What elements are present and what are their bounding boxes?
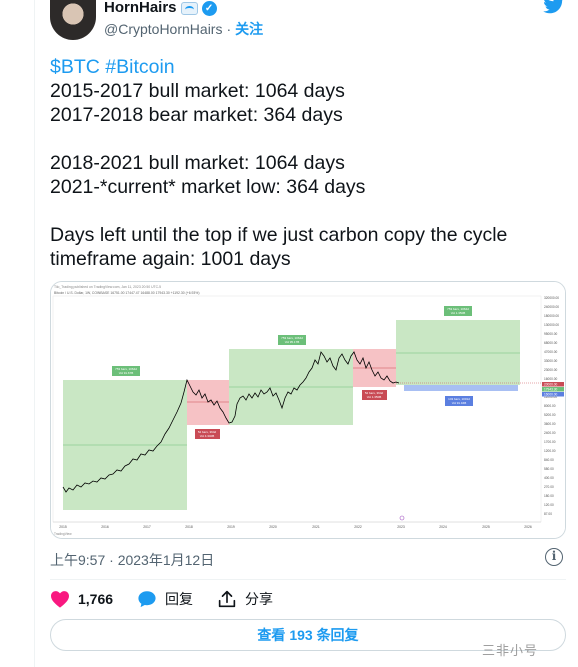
- x-tick: 2017: [143, 525, 151, 529]
- x-tick: 2020: [269, 525, 277, 529]
- tweet-line: 2017-2018 bear market: 364 days: [50, 104, 343, 126]
- y-tick: 8000.00: [544, 404, 556, 408]
- price-badge: 17943.30: [544, 388, 558, 392]
- tweet-line: 2015-2017 bull market: 1064 days: [50, 80, 345, 102]
- x-tick: 2023: [397, 525, 405, 529]
- box-label: 52 bars, 364d Vol 4.340B: [195, 429, 220, 439]
- y-tick: 1200.00: [544, 449, 556, 453]
- svg-text:Vol 1.350B: Vol 1.350B: [451, 311, 466, 315]
- y-tick: 320000.00: [544, 296, 559, 300]
- y-tick: 1700.00: [544, 440, 556, 444]
- y-tick: 840.00: [544, 458, 554, 462]
- price-badges: 20000.00 17943.30 16000.00: [542, 382, 564, 397]
- tweet-hashtags[interactable]: $BTC #Bitcoin: [50, 55, 560, 79]
- y-tick: 68000.00: [544, 341, 558, 345]
- y-tick: 87.00: [544, 512, 552, 516]
- x-tick: 2021: [312, 525, 320, 529]
- tweet-line: Days left until the top if we just carbo…: [50, 224, 508, 246]
- y-tick: 47000.00: [544, 350, 558, 354]
- x-tick: 2026: [524, 525, 532, 529]
- y-tick: 120.00: [544, 503, 554, 507]
- reply-bubble-icon: [138, 591, 156, 608]
- x-tick: 2019: [227, 525, 235, 529]
- tweet-text: $BTC #Bitcoin 2015-2017 bull market: 106…: [50, 55, 560, 271]
- svg-text:Vol 91.94B: Vol 91.94B: [452, 401, 467, 405]
- y-tick: 270.00: [544, 485, 554, 489]
- box-label: 753 bars, 1064d Vol 91.67B: [112, 366, 140, 376]
- wave-badge-icon: [180, 1, 198, 15]
- svg-text:Vol 95.17B: Vol 95.17B: [285, 340, 300, 344]
- y-tick: 33000.00: [544, 359, 558, 363]
- y-tick: 580.00: [544, 467, 554, 471]
- y-tick: 180.00: [544, 494, 554, 498]
- y-tick: 5200.00: [544, 413, 556, 417]
- tweet-line: 2018-2021 bull market: 1064 days: [50, 152, 345, 174]
- svg-text:Vol 4.340B: Vol 4.340B: [200, 434, 215, 438]
- x-tick: 2022: [354, 525, 362, 529]
- share-button[interactable]: 分享: [217, 589, 273, 609]
- box-label: 753 bars, 1064d Vol 1.350B: [444, 306, 472, 316]
- box-label: 753 bars, 1064d Vol 95.17B: [278, 335, 306, 345]
- like-button[interactable]: 1,766: [50, 590, 113, 608]
- chart-symbol-line: Bitcoin / U.S. Dollar, 1W, COINBASE 1675…: [54, 291, 199, 295]
- x-tick: 2025: [482, 525, 490, 529]
- heart-icon: [51, 591, 69, 608]
- author-handle[interactable]: @CryptoHornHairs: [104, 21, 222, 37]
- tradingview-logo: TradingView: [54, 532, 72, 536]
- replies-prefix: 查看: [257, 627, 286, 643]
- box-label: 143 bars, 1001d Vol 91.94B: [445, 396, 473, 406]
- replies-suffix: 条回复: [316, 627, 359, 643]
- y-tick: 95000.00: [544, 332, 558, 336]
- tweet-timestamp[interactable]: 上午9:57 · 2023年1月12日: [50, 550, 214, 570]
- y-tick: 2400.00: [544, 431, 556, 435]
- chart-svg: Tilo_Trading published on TradingView.co…: [51, 282, 565, 538]
- follow-button[interactable]: 关注: [235, 19, 263, 39]
- y-tick: 400.00: [544, 476, 554, 480]
- x-tick: 2015: [59, 525, 67, 529]
- svg-text:Vol 91.67B: Vol 91.67B: [119, 371, 134, 375]
- attached-chart-image[interactable]: Tilo_Trading published on TradingView.co…: [50, 281, 566, 539]
- y-tick: 3600.00: [544, 422, 556, 426]
- author-name-row: HornHairs ✓: [104, 0, 217, 16]
- tweet-line: 2021-*current* market low: 364 days: [50, 176, 366, 198]
- svg-text:Vol 1.350B: Vol 1.350B: [367, 395, 382, 399]
- action-bar: 1,766 回复 分享: [50, 588, 297, 610]
- share-icon: [218, 590, 236, 608]
- separator-dot: ·: [226, 21, 232, 37]
- watermark: 三非小号: [482, 643, 539, 658]
- y-tick: 130000.00: [544, 323, 559, 327]
- y-tick: 180000.00: [544, 314, 559, 318]
- replies-count: 193: [289, 627, 313, 643]
- divider: [50, 579, 566, 580]
- verified-icon: ✓: [201, 0, 217, 16]
- y-tick: 240000.00: [544, 305, 559, 309]
- author-name[interactable]: HornHairs: [104, 0, 177, 16]
- bear-box-2018: [187, 380, 229, 425]
- price-badge: 20000.00: [544, 383, 558, 387]
- reply-label: 回复: [165, 591, 194, 607]
- x-tick: 2016: [101, 525, 109, 529]
- like-count: 1,766: [78, 591, 114, 607]
- share-label: 分享: [245, 591, 274, 607]
- x-tick: 2024: [439, 525, 447, 529]
- box-label: 52 bars, 364d Vol 1.350B: [362, 390, 387, 400]
- reply-button[interactable]: 回复: [137, 589, 193, 609]
- x-tick: 2018: [185, 525, 193, 529]
- chart-source-line: Tilo_Trading published on TradingView.co…: [54, 285, 161, 289]
- twitter-bird-icon[interactable]: [542, 0, 566, 14]
- y-tick: 23000.00: [544, 368, 558, 372]
- info-icon[interactable]: i: [545, 548, 563, 566]
- author-handle-row: @CryptoHornHairs · 关注: [104, 19, 263, 39]
- price-badge: 16000.00: [544, 393, 558, 397]
- y-tick: 16000.00: [544, 377, 558, 381]
- projection-bar: [404, 385, 518, 391]
- tweet-line: timeframe again: 1001 days: [50, 248, 291, 270]
- bull-box-projection: [396, 320, 520, 385]
